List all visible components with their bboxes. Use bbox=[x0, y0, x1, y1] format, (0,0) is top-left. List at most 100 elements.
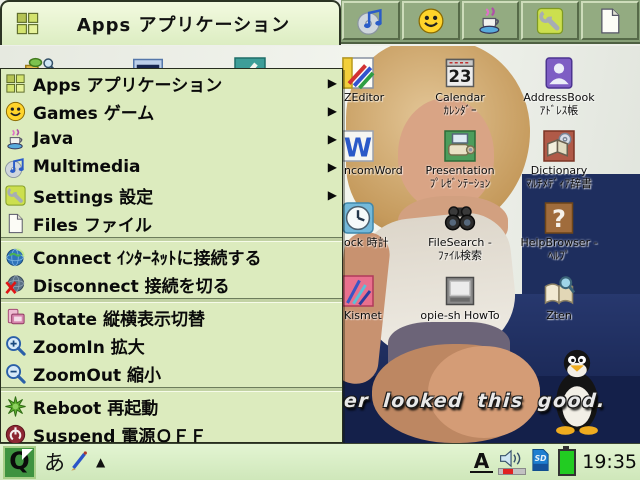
icon-label: Dictionary bbox=[509, 165, 609, 177]
menu-item-multimedia[interactable]: Multimedia ▶ bbox=[1, 153, 342, 181]
book-search-icon bbox=[541, 273, 577, 309]
document-icon bbox=[595, 6, 625, 36]
desktop-icon-filesearch[interactable]: FileSearch - ﾌｧｲﾙ検索 bbox=[412, 200, 508, 262]
menu-item-label: Rotate 縦横表示切替 bbox=[33, 305, 205, 330]
menu-item-zoomin[interactable]: ZoomIn 拡大 bbox=[1, 331, 342, 359]
menu-item-label: Reboot 再起動 bbox=[33, 394, 158, 419]
page-title: Apps アプリケーション bbox=[51, 11, 290, 37]
icon-label: Zten bbox=[509, 310, 609, 322]
screen: ver looked this good. ZEditor bbox=[0, 0, 640, 480]
menu-item-label: Java bbox=[33, 129, 73, 149]
launch-triangle-icon bbox=[22, 449, 33, 460]
menu-item-label: Multimedia bbox=[33, 157, 141, 177]
menu-item-files[interactable]: Files ファイル bbox=[1, 209, 342, 237]
launcher-menu: Apps アプリケーション ▶ Games ゲーム ▶ Java ▶ Multi… bbox=[0, 68, 343, 443]
wrench-icon bbox=[535, 6, 565, 36]
tab-multimedia[interactable] bbox=[342, 1, 400, 40]
tab-settings[interactable] bbox=[521, 1, 579, 40]
menu-item-games[interactable]: Games ゲーム ▶ bbox=[1, 97, 342, 125]
zoom-in-icon bbox=[4, 334, 27, 357]
addressbook-icon bbox=[541, 55, 577, 91]
volume-bar[interactable] bbox=[498, 468, 526, 475]
icon-label: HelpBrowser - bbox=[509, 237, 609, 249]
svg-text:SD: SD bbox=[535, 454, 547, 463]
terminal-icon bbox=[442, 273, 478, 309]
volume-applet[interactable] bbox=[497, 449, 527, 475]
menu-item-label: Connect ｲﾝﾀｰﾈｯﾄに接続する bbox=[33, 244, 262, 269]
icon-label-2: ﾌｧｲﾙ検索 bbox=[412, 250, 508, 262]
menu-item-java[interactable]: Java ▶ bbox=[1, 125, 342, 153]
wallpaper-caption: ver looked this good. bbox=[329, 390, 607, 412]
svg-text:?: ? bbox=[552, 205, 566, 233]
music-note-icon bbox=[356, 6, 386, 36]
icon-label-2: ﾏﾙﾁﾒﾃﾞｨｱ辞書 bbox=[509, 178, 609, 190]
java-cup-icon bbox=[475, 6, 505, 36]
presentation-icon bbox=[442, 128, 478, 164]
active-app-tab[interactable]: Apps アプリケーション bbox=[0, 0, 341, 45]
document-icon bbox=[4, 212, 27, 235]
qtopia-launcher-button[interactable]: Q bbox=[3, 446, 36, 479]
menu-item-apps[interactable]: Apps アプリケーション ▶ bbox=[1, 69, 342, 97]
input-method-kana-indicator[interactable]: あ bbox=[44, 447, 65, 477]
submenu-arrow-icon: ▶ bbox=[328, 160, 337, 174]
input-selector-up-arrow[interactable]: ▲ bbox=[96, 455, 105, 469]
pencil-icon[interactable] bbox=[68, 449, 90, 475]
menu-item-reboot[interactable]: Reboot 再起動 bbox=[1, 392, 342, 420]
icon-label-2: ﾍﾙﾌﾟ bbox=[509, 250, 609, 262]
calendar-icon: 23 bbox=[442, 55, 478, 91]
battery-indicator[interactable] bbox=[558, 449, 576, 476]
desktop-icon-opie-sh[interactable]: opie-sh HowTo bbox=[412, 273, 508, 322]
volume-level bbox=[503, 469, 513, 474]
smiley-icon bbox=[4, 100, 27, 123]
menu-item-label: Disconnect 接続を切る bbox=[33, 272, 230, 297]
menu-item-rotate[interactable]: Rotate 縦横表示切替 bbox=[1, 303, 342, 331]
rotate-display-icon bbox=[4, 306, 27, 329]
wrench-icon bbox=[4, 184, 27, 207]
desktop-icon-presentation[interactable]: Presentation ﾌﾟﾚｾﾞﾝﾃｰｼｮﾝ bbox=[412, 128, 508, 190]
input-mode-letter-indicator[interactable]: A bbox=[470, 451, 493, 473]
menu-item-settings[interactable]: Settings 設定 ▶ bbox=[1, 181, 342, 209]
submenu-arrow-icon: ▶ bbox=[328, 104, 337, 118]
category-tab-bar bbox=[341, 0, 640, 44]
desktop-icon-helpbrowser[interactable]: ? HelpBrowser - ﾍﾙﾌﾟ bbox=[509, 200, 609, 262]
desktop-icon-addressbook[interactable]: AddressBook ｱﾄﾞﾚｽ帳 bbox=[509, 55, 609, 117]
header: Apps アプリケーション bbox=[0, 0, 640, 46]
speaker-icon bbox=[497, 449, 527, 468]
tab-files[interactable] bbox=[581, 1, 639, 40]
kismet-icon bbox=[340, 273, 376, 309]
music-note-icon bbox=[4, 156, 27, 179]
desktop-icon-dictionary[interactable]: Dictionary ﾏﾙﾁﾒﾃﾞｨｱ辞書 bbox=[509, 128, 609, 190]
zoom-out-icon bbox=[4, 362, 27, 385]
clock-icon bbox=[340, 200, 376, 236]
globe-disconnect-icon bbox=[4, 273, 27, 296]
sd-card-icon[interactable]: SD bbox=[530, 447, 554, 477]
desktop-icon-calendar[interactable]: 23 Calendar ｶﾚﾝﾀﾞｰ bbox=[412, 55, 508, 117]
submenu-arrow-icon: ▶ bbox=[328, 76, 337, 90]
tab-java[interactable] bbox=[462, 1, 520, 40]
icon-label: AddressBook bbox=[509, 92, 609, 104]
menu-item-zoomout[interactable]: ZoomOut 縮小 bbox=[1, 359, 342, 387]
apps-grid-icon bbox=[4, 72, 27, 95]
icon-label-2: ﾌﾟﾚｾﾞﾝﾃｰｼｮﾝ bbox=[412, 178, 508, 190]
apps-grid-icon bbox=[14, 10, 41, 37]
svg-text:W: W bbox=[344, 134, 372, 164]
word-icon: W bbox=[340, 128, 376, 164]
svg-text:23: 23 bbox=[449, 67, 472, 86]
clock-time[interactable]: 19:35 bbox=[582, 451, 637, 473]
smiley-icon bbox=[416, 6, 446, 36]
menu-item-disconnect[interactable]: Disconnect 接続を切る bbox=[1, 270, 342, 298]
desktop-icon-zten[interactable]: Zten bbox=[509, 273, 609, 322]
globe-connect-icon bbox=[4, 245, 27, 268]
tab-games[interactable] bbox=[402, 1, 460, 40]
submenu-arrow-icon: ▶ bbox=[328, 132, 337, 146]
icon-label: opie-sh HowTo bbox=[412, 310, 508, 322]
menu-item-connect[interactable]: Connect ｲﾝﾀｰﾈｯﾄに接続する bbox=[1, 242, 342, 270]
text-editor-icon bbox=[340, 55, 376, 91]
menu-item-label: ZoomIn 拡大 bbox=[33, 333, 145, 358]
reboot-icon bbox=[4, 395, 27, 418]
menu-item-label: Files ファイル bbox=[33, 211, 152, 236]
menu-item-label: Games ゲーム bbox=[33, 99, 154, 124]
taskbar: Q あ ▲ A SD 19:35 bbox=[0, 443, 640, 480]
icon-label: FileSearch - bbox=[412, 237, 508, 249]
java-cup-icon bbox=[4, 128, 27, 151]
